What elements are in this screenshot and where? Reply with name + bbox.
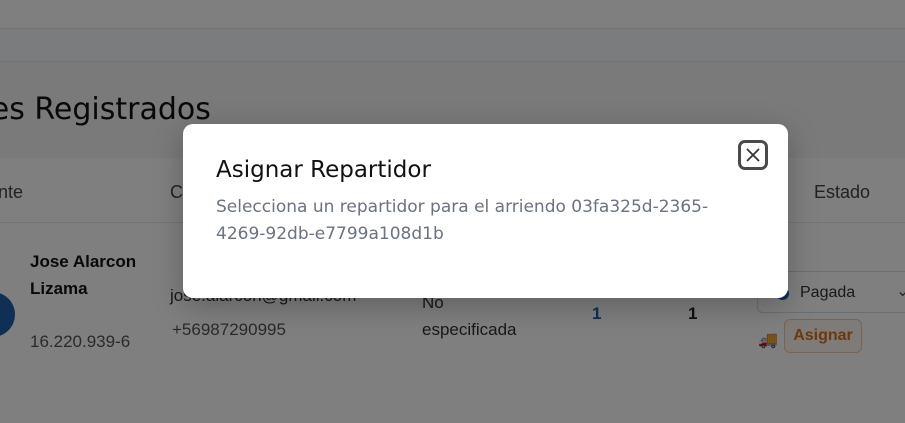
close-button[interactable] — [738, 140, 768, 170]
modal-description: Selecciona un repartidor para el arriend… — [216, 197, 709, 244]
modal-title: Asignar Repartidor — [216, 157, 431, 183]
assign-driver-modal: Asignar Repartidor Selecciona un reparti… — [183, 124, 788, 298]
close-icon — [746, 148, 760, 162]
